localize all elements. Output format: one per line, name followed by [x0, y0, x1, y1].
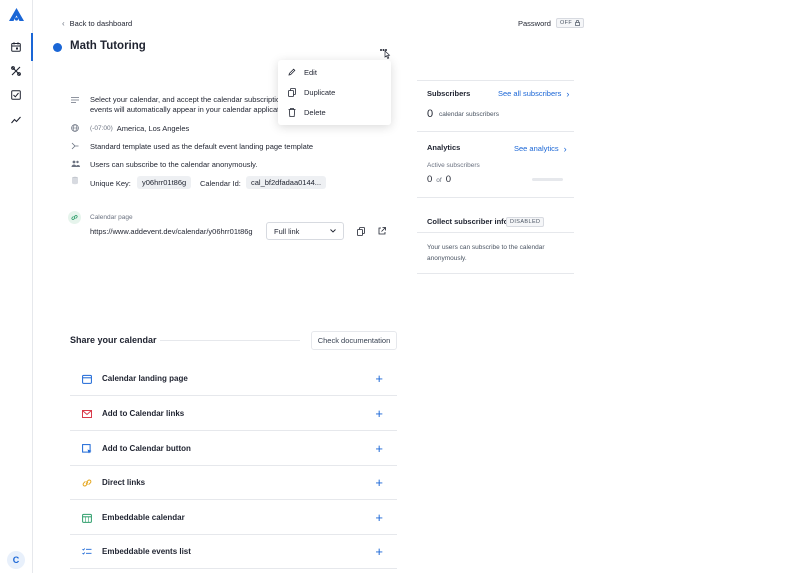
- calendar-grid-icon: [82, 513, 92, 523]
- unique-key-value[interactable]: y06hrr01t86g: [137, 176, 192, 189]
- divider: [417, 273, 574, 274]
- share-row-embeddable-calendar[interactable]: Embeddable calendar +: [70, 501, 397, 535]
- calendar-id-value[interactable]: cal_bf2dfadaa0144...: [246, 176, 327, 189]
- subscribers-count: 0: [427, 108, 434, 120]
- calendar-id-label: Calendar Id:: [200, 179, 241, 188]
- menu-item-edit[interactable]: Edit: [278, 62, 391, 82]
- chevron-down-icon: [330, 229, 336, 233]
- see-analytics-link[interactable]: See analytics ›: [514, 144, 567, 153]
- plus-icon[interactable]: +: [375, 407, 383, 420]
- plus-icon[interactable]: +: [375, 511, 383, 524]
- calendar-description: Select your calendar, and accept the cal…: [90, 95, 282, 114]
- divider: [417, 232, 574, 233]
- check-documentation-button[interactable]: Check documentation: [311, 331, 397, 350]
- divider: [417, 197, 574, 198]
- password-toggle[interactable]: Password OFF: [518, 18, 585, 28]
- chevron-left-icon: ‹: [62, 19, 65, 28]
- back-to-dashboard-link[interactable]: ‹ Back to dashboard: [62, 19, 132, 28]
- list-check-icon: [82, 547, 92, 557]
- active-subscribers-label: Active subscribers: [427, 162, 480, 169]
- plus-icon[interactable]: +: [375, 476, 383, 489]
- unique-key-label: Unique Key:: [90, 179, 131, 188]
- mail-icon: [82, 409, 92, 419]
- calendar-page-url[interactable]: https://www.addevent.dev/calendar/y06hrr…: [90, 227, 253, 236]
- copy-icon: [357, 227, 365, 236]
- divider: [417, 80, 574, 81]
- share-row-direct-links[interactable]: Direct links +: [70, 466, 397, 500]
- external-link-icon: [378, 227, 386, 235]
- sidebar-active-indicator: [31, 33, 33, 61]
- more-options-menu: Edit Duplicate Delete: [278, 60, 391, 125]
- chevron-right-icon: ›: [563, 143, 567, 154]
- share-row-embeddable-events-list[interactable]: Embeddable events list +: [70, 535, 397, 569]
- template-icon: [71, 142, 79, 152]
- active-subscribers-value: 0 of 0: [427, 174, 452, 185]
- plus-icon[interactable]: +: [375, 545, 383, 558]
- share-row-add-to-calendar-button[interactable]: Add to Calendar button +: [70, 432, 397, 466]
- avatar[interactable]: C: [7, 551, 25, 569]
- password-status-badge: OFF: [555, 18, 585, 28]
- collect-subscriber-title: Collect subscriber info: [427, 217, 509, 226]
- plus-icon[interactable]: +: [375, 372, 383, 385]
- see-all-subscribers-link[interactable]: See all subscribers ›: [498, 89, 569, 98]
- pencil-icon: [288, 68, 296, 76]
- calendar-color-dot: [53, 43, 62, 52]
- collect-subscriber-description: Your users can subscribe to the calendar…: [427, 244, 545, 262]
- page-title: Math Tutoring: [70, 40, 146, 52]
- more-horizontal-icon: [380, 49, 391, 59]
- share-row-calendar-landing-page[interactable]: Calendar landing page +: [70, 362, 397, 396]
- analytics-title: Analytics: [427, 143, 461, 152]
- calendar-nav-icon[interactable]: [11, 42, 21, 52]
- link-type-select[interactable]: Full link: [266, 222, 344, 240]
- menu-item-duplicate[interactable]: Duplicate: [278, 82, 391, 102]
- divider: [417, 131, 574, 132]
- cursor-box-icon: [82, 443, 92, 454]
- collect-status-badge: DISABLED: [506, 217, 545, 227]
- analytics-nav-icon[interactable]: [11, 115, 21, 125]
- link-icon: [68, 211, 81, 224]
- lock-icon: [575, 20, 580, 26]
- template-text: Standard template used as the default ev…: [90, 142, 314, 151]
- addevent-logo-icon[interactable]: [9, 8, 24, 21]
- events-nav-icon[interactable]: [11, 90, 21, 100]
- timezone-row: (-07:00) America, Los Angeles: [90, 124, 190, 133]
- copy-icon: [288, 87, 296, 97]
- key-icon: [71, 176, 79, 187]
- active-subscribers-progress: [532, 178, 563, 181]
- calendar-page-label: Calendar page: [90, 214, 133, 221]
- open-link-button[interactable]: [378, 227, 386, 237]
- plus-icon[interactable]: +: [375, 442, 383, 455]
- description-icon: [71, 96, 79, 105]
- sidebar: C: [0, 0, 33, 573]
- globe-icon: [71, 124, 79, 134]
- calendar-icon: [82, 374, 92, 384]
- chevron-right-icon: ›: [566, 88, 570, 99]
- trash-icon: [288, 107, 296, 117]
- share-section-title: Share your calendar: [70, 335, 157, 345]
- link-icon: [82, 478, 92, 488]
- divider: [160, 340, 300, 341]
- menu-item-delete[interactable]: Delete: [278, 102, 391, 122]
- tools-nav-icon[interactable]: [11, 66, 21, 76]
- subscribers-count-label: calendar subscribers: [439, 111, 499, 118]
- users-icon: [71, 160, 80, 169]
- anonymous-text: Users can subscribe to the calendar anon…: [90, 160, 258, 169]
- share-row-add-to-calendar-links[interactable]: Add to Calendar links +: [70, 397, 397, 431]
- copy-link-button[interactable]: [357, 227, 365, 238]
- subscribers-title: Subscribers: [427, 89, 471, 98]
